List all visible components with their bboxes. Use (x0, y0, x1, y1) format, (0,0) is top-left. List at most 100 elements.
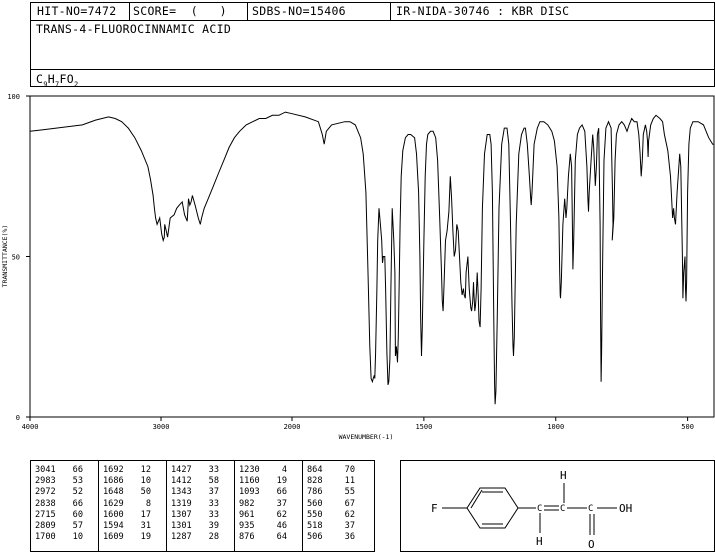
peak-transmittance: 39 (208, 521, 219, 532)
peak-wavenumber: 3041 (35, 465, 56, 475)
peak-transmittance: 58 (208, 476, 219, 487)
x-tick-label: 2000 (284, 423, 301, 431)
peak-row: 1594 31 (103, 521, 151, 532)
peak-wavenumber: 1427 (171, 465, 192, 475)
peak-transmittance: 62 (276, 509, 287, 520)
atom-f: F (431, 502, 438, 515)
peak-row: 560 67 (307, 499, 355, 510)
peak-wavenumber: 1629 (103, 498, 124, 509)
peak-row: 1600 17 (103, 510, 151, 521)
x-axis-label: WAVENUMBER(-1) (339, 433, 394, 441)
peak-row: 2715 60 (35, 510, 83, 521)
peak-row: 1427 33 (171, 465, 219, 476)
peak-column-separator (166, 461, 167, 551)
peak-row: 1307 33 (171, 510, 219, 521)
peak-wavenumber: 2715 (35, 509, 56, 520)
peak-wavenumber: 935 (239, 521, 255, 532)
peak-row: 1287 28 (171, 532, 219, 543)
ir-spectrum-chart: 0 50 100 4000 3000 2000 1500 1000 500 WAVENUMBE… (1, 93, 715, 441)
atom-c: C (588, 504, 593, 514)
peak-transmittance: 8 (145, 498, 151, 509)
peak-row: 1629 8 (103, 499, 151, 510)
peak-column-separator (302, 461, 303, 551)
atom-o: O (588, 538, 595, 551)
peak-row: 2983 53 (35, 476, 83, 487)
peak-column-separator (98, 461, 99, 551)
peak-transmittance: 70 (344, 465, 355, 475)
peak-transmittance: 55 (344, 487, 355, 498)
peak-row: 1160 19 (239, 476, 287, 487)
peak-wavenumber: 786 (307, 487, 323, 498)
atom-h-top: H (560, 469, 567, 482)
peak-row: 1343 37 (171, 487, 219, 498)
peak-transmittance: 33 (208, 465, 219, 475)
y-tick-label: 0 (16, 414, 20, 422)
peak-wavenumber: 2983 (35, 476, 56, 487)
peak-transmittance: 46 (276, 521, 287, 532)
benzene-ring (466, 487, 519, 529)
peak-transmittance: 60 (72, 509, 83, 520)
structure-diagram: F C C C OH H H O (431, 469, 632, 551)
peak-row: 506 36 (307, 532, 355, 543)
atom-c: C (560, 504, 565, 514)
peak-table-column: 864 70 828 11 786 55 560 67 550 62 518 37 506 36 (307, 465, 355, 543)
peak-wavenumber: 1700 (35, 532, 56, 543)
peak-table: 3041 66 2983 53 2972 52 2838 66 2715 60 2809 57 1700… (30, 460, 375, 552)
peak-wavenumber: 1594 (103, 521, 124, 532)
peak-row: 2809 57 (35, 521, 83, 532)
peak-transmittance: 33 (208, 509, 219, 520)
peak-row: 3041 66 (35, 465, 83, 476)
peak-row: 1700 10 (35, 532, 83, 543)
peak-transmittance: 31 (140, 521, 151, 532)
peak-wavenumber: 560 (307, 498, 323, 509)
peak-wavenumber: 1412 (171, 476, 192, 487)
peak-table-column: 1230 4 1160 19 1093 66 982 37 961 62 935 46 876 64 (239, 465, 287, 543)
x-tick-label: 1500 (415, 423, 432, 431)
x-tick-label: 4000 (22, 423, 39, 431)
peak-row: 1301 39 (171, 521, 219, 532)
peak-transmittance: 37 (208, 487, 219, 498)
peak-wavenumber: 1307 (171, 509, 192, 520)
peak-row: 550 62 (307, 510, 355, 521)
peak-wavenumber: 1287 (171, 532, 192, 543)
peak-row: 2838 66 (35, 499, 83, 510)
peak-row: 1319 33 (171, 499, 219, 510)
peak-wavenumber: 1230 (239, 465, 260, 475)
peak-transmittance: 17 (140, 509, 151, 520)
peak-wavenumber: 2972 (35, 487, 56, 498)
spectrum-line (29, 111, 714, 405)
peak-wavenumber: 1600 (103, 509, 124, 520)
peak-transmittance: 53 (72, 476, 83, 487)
y-axis-label: TRANSMITTANCE(%) (1, 225, 9, 288)
peak-wavenumber: 1319 (171, 498, 192, 509)
peak-wavenumber: 876 (239, 532, 255, 543)
peak-transmittance: 12 (140, 465, 151, 475)
peak-wavenumber: 550 (307, 509, 323, 520)
peak-row: 1230 4 (239, 465, 287, 476)
peak-row: 1609 19 (103, 532, 151, 543)
peak-row: 935 46 (239, 521, 287, 532)
peak-wavenumber: 982 (239, 498, 255, 509)
structure-box: F C C C OH H H O (400, 460, 715, 552)
peak-row: 2972 52 (35, 487, 83, 498)
peak-wavenumber: 1686 (103, 476, 124, 487)
peak-row: 1686 10 (103, 476, 151, 487)
peak-transmittance: 37 (344, 521, 355, 532)
peak-wavenumber: 1692 (103, 465, 124, 475)
peak-table-column: 1427 33 1412 58 1343 37 1319 33 1307 33 1301 39 1287… (171, 465, 219, 543)
peak-transmittance: 33 (208, 498, 219, 509)
peak-transmittance: 10 (140, 476, 151, 487)
peak-row: 1093 66 (239, 487, 287, 498)
peak-wavenumber: 1343 (171, 487, 192, 498)
y-tick-label: 100 (7, 93, 20, 101)
peak-wavenumber: 2838 (35, 498, 56, 509)
peak-transmittance: 37 (276, 498, 287, 509)
peak-transmittance: 19 (140, 532, 151, 543)
peak-row: 982 37 (239, 499, 287, 510)
peak-row: 518 37 (307, 521, 355, 532)
x-tick-label: 3000 (153, 423, 170, 431)
peak-transmittance: 57 (72, 521, 83, 532)
peak-transmittance: 28 (208, 532, 219, 543)
peak-row: 961 62 (239, 510, 287, 521)
y-tick-label: 50 (12, 254, 20, 262)
